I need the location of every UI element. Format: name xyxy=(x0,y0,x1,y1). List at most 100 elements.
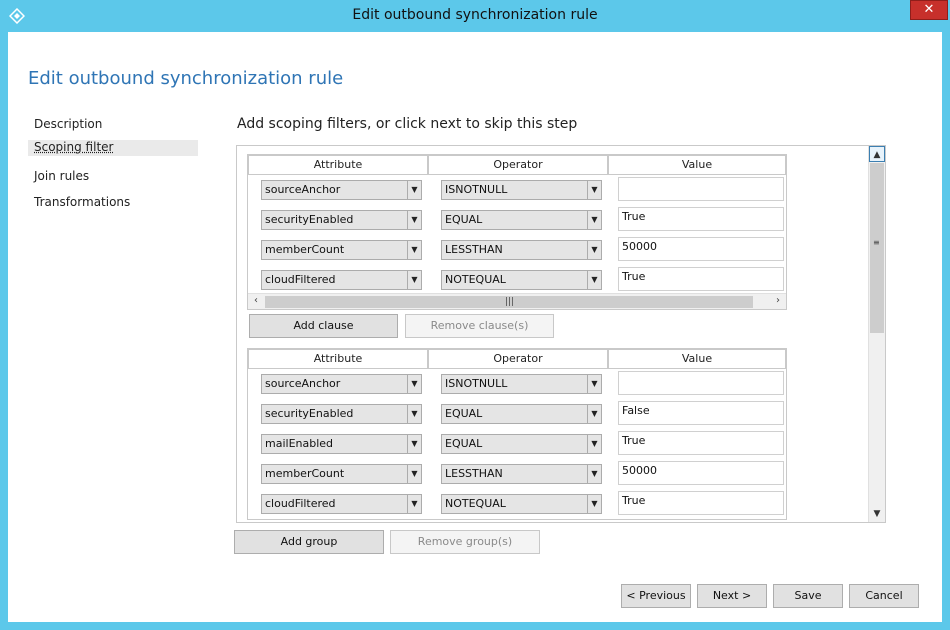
table-row: memberCount ▼ LESSTHAN ▼ 50000 xyxy=(248,459,788,489)
value-field[interactable]: True xyxy=(618,207,784,231)
scoping-group-2: Attribute Operator Value sourceAnchor ▼ I… xyxy=(247,348,787,520)
operator-dropdown[interactable]: LESSTHAN ▼ xyxy=(441,240,602,260)
chevron-down-icon[interactable]: ▼ xyxy=(407,241,421,259)
chevron-down-icon[interactable]: ▼ xyxy=(407,211,421,229)
close-button[interactable]: ✕ xyxy=(910,0,948,20)
title-bar[interactable]: Edit outbound synchronization rule ✕ xyxy=(0,0,950,32)
attribute-value: sourceAnchor xyxy=(265,377,341,390)
table-row: sourceAnchor ▼ ISNOTNULL ▼ xyxy=(248,369,788,399)
attribute-dropdown[interactable]: memberCount ▼ xyxy=(261,464,422,484)
operator-dropdown[interactable]: NOTEQUAL ▼ xyxy=(441,270,602,290)
value-field[interactable]: 50000 xyxy=(618,461,784,485)
attribute-dropdown[interactable]: memberCount ▼ xyxy=(261,240,422,260)
attribute-value: memberCount xyxy=(265,467,345,480)
value-field[interactable] xyxy=(618,177,784,201)
attribute-value: sourceAnchor xyxy=(265,183,341,196)
table-row: cloudFiltered ▼ NOTEQUAL ▼ True xyxy=(248,265,788,295)
attribute-value: cloudFiltered xyxy=(265,497,336,510)
attribute-dropdown[interactable]: cloudFiltered ▼ xyxy=(261,270,422,290)
nav-item-transformations[interactable]: Transformations xyxy=(28,192,198,218)
column-header-operator: Operator xyxy=(428,155,608,175)
value-field[interactable]: True xyxy=(618,267,784,291)
table-row: cloudFiltered ▼ NOTEQUAL ▼ True xyxy=(248,489,788,519)
add-group-button[interactable]: Add group xyxy=(234,530,384,554)
chevron-down-icon[interactable]: ▼ xyxy=(407,435,421,453)
operator-dropdown[interactable]: NOTEQUAL ▼ xyxy=(441,494,602,514)
operator-value: EQUAL xyxy=(445,407,483,420)
next-button[interactable]: Next > xyxy=(697,584,767,608)
chevron-down-icon[interactable]: ▼ xyxy=(587,435,601,453)
value-field[interactable]: True xyxy=(618,431,784,455)
nav-item-description[interactable]: Description xyxy=(28,114,198,140)
table-row: securityEnabled ▼ EQUAL ▼ True xyxy=(248,205,788,235)
window-title: Edit outbound synchronization rule xyxy=(352,7,598,23)
table-header: Attribute Operator Value xyxy=(248,349,788,369)
scroll-down-icon[interactable]: ▼ xyxy=(869,506,885,522)
dialog-content: Edit outbound synchronization rule Descr… xyxy=(8,32,942,622)
operator-dropdown[interactable]: ISNOTNULL ▼ xyxy=(441,374,602,394)
column-header-value: Value xyxy=(608,349,786,369)
wizard-nav: Description Scoping filter Join rules Tr… xyxy=(28,114,198,218)
operator-dropdown[interactable]: EQUAL ▼ xyxy=(441,434,602,454)
nav-item-scoping-filter[interactable]: Scoping filter xyxy=(28,140,198,156)
value-field[interactable]: False xyxy=(618,401,784,425)
table-row: securityEnabled ▼ EQUAL ▼ False xyxy=(248,399,788,429)
scroll-up-icon[interactable]: ▲ xyxy=(869,146,885,162)
chevron-down-icon[interactable]: ▼ xyxy=(587,465,601,483)
operator-value: NOTEQUAL xyxy=(445,273,506,286)
step-instruction: Add scoping filters, or click next to sk… xyxy=(237,116,578,132)
operator-dropdown[interactable]: LESSTHAN ▼ xyxy=(441,464,602,484)
chevron-down-icon[interactable]: ▼ xyxy=(587,181,601,199)
attribute-dropdown[interactable]: sourceAnchor ▼ xyxy=(261,374,422,394)
operator-value: EQUAL xyxy=(445,213,483,226)
vertical-scrollbar[interactable]: ▲ ≡ ▼ xyxy=(868,146,885,522)
chevron-down-icon[interactable]: ▼ xyxy=(587,495,601,513)
chevron-down-icon[interactable]: ▼ xyxy=(587,211,601,229)
value-field[interactable]: True xyxy=(618,491,784,515)
previous-button[interactable]: < Previous xyxy=(621,584,691,608)
chevron-down-icon[interactable]: ▼ xyxy=(407,405,421,423)
chevron-down-icon[interactable]: ▼ xyxy=(587,271,601,289)
scroll-thumb[interactable]: ||| xyxy=(265,296,753,308)
chevron-down-icon[interactable]: ▼ xyxy=(407,181,421,199)
operator-dropdown[interactable]: EQUAL ▼ xyxy=(441,404,602,424)
remove-group-button[interactable]: Remove group(s) xyxy=(390,530,540,554)
chevron-down-icon[interactable]: ▼ xyxy=(587,241,601,259)
table-row: memberCount ▼ LESSTHAN ▼ 50000 xyxy=(248,235,788,265)
chevron-down-icon[interactable]: ▼ xyxy=(587,405,601,423)
attribute-dropdown[interactable]: securityEnabled ▼ xyxy=(261,404,422,424)
nav-item-join-rules[interactable]: Join rules xyxy=(28,166,198,192)
attribute-dropdown[interactable]: cloudFiltered ▼ xyxy=(261,494,422,514)
grip-icon: ≡ xyxy=(873,238,880,247)
remove-clause-button[interactable]: Remove clause(s) xyxy=(405,314,554,338)
value-field[interactable] xyxy=(618,371,784,395)
attribute-value: mailEnabled xyxy=(265,437,334,450)
chevron-down-icon[interactable]: ▼ xyxy=(407,271,421,289)
cancel-button[interactable]: Cancel xyxy=(849,584,919,608)
chevron-down-icon[interactable]: ▼ xyxy=(587,375,601,393)
chevron-down-icon[interactable]: ▼ xyxy=(407,465,421,483)
scroll-right-icon[interactable]: › xyxy=(770,294,786,309)
attribute-value: securityEnabled xyxy=(265,407,354,420)
operator-value: ISNOTNULL xyxy=(445,377,508,390)
value-field[interactable]: 50000 xyxy=(618,237,784,261)
operator-value: LESSTHAN xyxy=(445,243,503,256)
operator-value: EQUAL xyxy=(445,437,483,450)
operator-dropdown[interactable]: EQUAL ▼ xyxy=(441,210,602,230)
add-clause-button[interactable]: Add clause xyxy=(249,314,398,338)
scoping-group-1: Attribute Operator Value sourceAnchor ▼ I… xyxy=(247,154,787,310)
save-button[interactable]: Save xyxy=(773,584,843,608)
attribute-value: cloudFiltered xyxy=(265,273,336,286)
horizontal-scrollbar[interactable]: ‹ ||| › xyxy=(248,293,786,309)
operator-dropdown[interactable]: ISNOTNULL ▼ xyxy=(441,180,602,200)
scroll-left-icon[interactable]: ‹ xyxy=(248,294,264,309)
operator-value: ISNOTNULL xyxy=(445,183,508,196)
attribute-dropdown[interactable]: sourceAnchor ▼ xyxy=(261,180,422,200)
scroll-thumb[interactable]: ≡ xyxy=(870,163,884,333)
attribute-dropdown[interactable]: securityEnabled ▼ xyxy=(261,210,422,230)
attribute-dropdown[interactable]: mailEnabled ▼ xyxy=(261,434,422,454)
chevron-down-icon[interactable]: ▼ xyxy=(407,375,421,393)
column-header-attribute: Attribute xyxy=(248,349,428,369)
page-title: Edit outbound synchronization rule xyxy=(28,68,344,89)
chevron-down-icon[interactable]: ▼ xyxy=(407,495,421,513)
